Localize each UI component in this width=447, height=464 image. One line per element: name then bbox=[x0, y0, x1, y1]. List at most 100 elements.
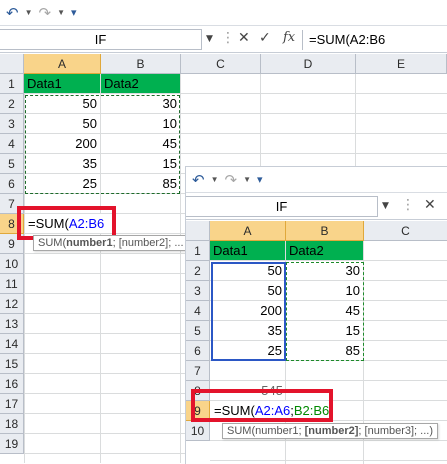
tip-rest: ; [number2]; ... bbox=[112, 237, 184, 249]
redo-dropdown-icon[interactable]: ▼ bbox=[57, 8, 65, 17]
cell-b4[interactable]: 45 bbox=[286, 301, 364, 321]
column-header-d[interactable]: D bbox=[261, 54, 356, 74]
cell-a1[interactable]: Data1 bbox=[24, 74, 101, 94]
tip-bold-arg: [number2] bbox=[304, 425, 359, 437]
column-header-b[interactable]: B bbox=[101, 54, 181, 74]
row-header-15[interactable]: 15 bbox=[0, 354, 24, 374]
undo-icon[interactable]: ↶ bbox=[6, 4, 19, 22]
row-header-19[interactable]: 19 bbox=[0, 434, 24, 454]
row-header-16[interactable]: 16 bbox=[0, 374, 24, 394]
column-header-c[interactable]: C bbox=[364, 221, 447, 241]
edit-prefix: =SUM( bbox=[28, 216, 69, 231]
row-header-8[interactable]: 8 bbox=[0, 214, 24, 234]
cell-b2[interactable]: 30 bbox=[286, 261, 364, 281]
cell-b5[interactable]: 15 bbox=[286, 321, 364, 341]
row-header-6[interactable]: 6 bbox=[0, 174, 24, 194]
edit-ref-a: A2:A6 bbox=[254, 403, 291, 418]
row-header-5[interactable]: 5 bbox=[186, 321, 210, 341]
quick-access-toolbar: ↶ ▼ ↷ ▼ ▾ bbox=[0, 0, 447, 26]
editing-cell-a9[interactable]: =SUM(A2:A6;B2:B6 bbox=[211, 401, 340, 420]
row-header-7[interactable]: 7 bbox=[186, 361, 210, 381]
customize-toolbar-icon[interactable]: ▾ bbox=[257, 173, 263, 186]
column-header-b[interactable]: B bbox=[286, 221, 364, 241]
row-header-11[interactable]: 11 bbox=[0, 274, 24, 294]
column-header-e[interactable]: E bbox=[356, 54, 447, 74]
row-header-2[interactable]: 2 bbox=[186, 261, 210, 281]
cell-a1[interactable]: Data1 bbox=[210, 241, 286, 261]
row-header-9[interactable]: 9 bbox=[186, 401, 210, 421]
row-header-4[interactable]: 4 bbox=[0, 134, 24, 154]
formula-bar-front: IF ▼ ⋮ ✕ bbox=[186, 194, 447, 220]
row-header-3[interactable]: 3 bbox=[0, 114, 24, 134]
formula-input[interactable]: =SUM(A2:B6 bbox=[302, 30, 447, 50]
row-header-4[interactable]: 4 bbox=[186, 301, 210, 321]
redo-icon[interactable]: ↷ bbox=[39, 4, 52, 22]
row-header-9[interactable]: 9 bbox=[0, 234, 24, 254]
cell-b6[interactable]: 85 bbox=[286, 341, 364, 361]
row-header-3[interactable]: 3 bbox=[186, 281, 210, 301]
cell-b3[interactable]: 10 bbox=[101, 114, 181, 134]
cell-a4[interactable]: 200 bbox=[210, 301, 286, 321]
row-header-1[interactable]: 1 bbox=[186, 241, 210, 261]
function-tooltip-right[interactable]: SUM(number1; [number2]; [number3]; ...) bbox=[222, 423, 439, 439]
insert-function-icon[interactable]: fx bbox=[283, 30, 295, 45]
cell-a6[interactable]: 25 bbox=[210, 341, 286, 361]
cell-b6[interactable]: 85 bbox=[101, 174, 181, 194]
name-box-dropdown-icon[interactable]: ▼ bbox=[382, 201, 389, 211]
cell-b5[interactable]: 15 bbox=[101, 154, 181, 174]
edit-ref-b: B2:B6 bbox=[293, 403, 330, 418]
front-window: ↶ ▼ ↷ ▼ ▾ IF ▼ ⋮ ✕ A B C 1 2 3 4 5 6 7 8… bbox=[185, 166, 447, 464]
cell-b3[interactable]: 10 bbox=[286, 281, 364, 301]
cell-b1[interactable]: Data2 bbox=[101, 74, 181, 94]
row-header-7[interactable]: 7 bbox=[0, 194, 24, 214]
cancel-icon[interactable]: ✕ bbox=[424, 197, 436, 213]
function-tooltip-left[interactable]: SUM(number1; [number2]; ... bbox=[33, 235, 189, 251]
redo-icon[interactable]: ↷ bbox=[225, 171, 238, 189]
row-header-10[interactable]: 10 bbox=[186, 421, 210, 441]
editing-cell-a8[interactable]: =SUM(A2:B6 bbox=[25, 214, 106, 233]
row-header-6[interactable]: 6 bbox=[186, 341, 210, 361]
row-header-13[interactable]: 13 bbox=[0, 314, 24, 334]
column-header-c[interactable]: C bbox=[181, 54, 261, 74]
tip-bold-arg: number1 bbox=[66, 237, 113, 249]
cell-b2[interactable]: 30 bbox=[101, 94, 181, 114]
cancel-icon[interactable]: ✕ bbox=[238, 30, 250, 46]
cell-b1[interactable]: Data2 bbox=[286, 241, 364, 261]
tip-fn: SUM(number1; bbox=[227, 425, 305, 437]
row-header-2[interactable]: 2 bbox=[0, 94, 24, 114]
cell-a5[interactable]: 35 bbox=[210, 321, 286, 341]
cell-b4[interactable]: 45 bbox=[101, 134, 181, 154]
redo-dropdown-icon[interactable]: ▼ bbox=[243, 175, 251, 184]
cell-a4[interactable]: 200 bbox=[24, 134, 101, 154]
row-header-14[interactable]: 14 bbox=[0, 334, 24, 354]
cell-a6[interactable]: 25 bbox=[24, 174, 101, 194]
customize-toolbar-icon[interactable]: ▾ bbox=[71, 6, 77, 19]
select-all-corner[interactable] bbox=[186, 221, 210, 241]
undo-dropdown-icon[interactable]: ▼ bbox=[25, 8, 33, 17]
cell-a3[interactable]: 50 bbox=[210, 281, 286, 301]
row-header-8[interactable]: 8 bbox=[186, 381, 210, 401]
row-header-18[interactable]: 18 bbox=[0, 414, 24, 434]
cell-a2[interactable]: 50 bbox=[24, 94, 101, 114]
row-header-17[interactable]: 17 bbox=[0, 394, 24, 414]
name-box-dropdown-icon[interactable]: ▼ bbox=[206, 34, 213, 44]
column-header-a[interactable]: A bbox=[210, 221, 286, 241]
cell-a5[interactable]: 35 bbox=[24, 154, 101, 174]
undo-dropdown-icon[interactable]: ▼ bbox=[211, 175, 219, 184]
select-all-corner[interactable] bbox=[0, 54, 24, 74]
row-header-5[interactable]: 5 bbox=[0, 154, 24, 174]
name-box[interactable]: IF bbox=[0, 29, 202, 50]
cell-a3[interactable]: 50 bbox=[24, 114, 101, 134]
enter-icon[interactable]: ✓ bbox=[259, 30, 271, 46]
name-box-front[interactable]: IF bbox=[186, 196, 378, 217]
row-header-10[interactable]: 10 bbox=[0, 254, 24, 274]
row-header-12[interactable]: 12 bbox=[0, 294, 24, 314]
column-header-a[interactable]: A bbox=[24, 54, 101, 74]
undo-icon[interactable]: ↶ bbox=[192, 171, 205, 189]
tip-rest: ; [number3]; ...) bbox=[358, 425, 434, 437]
cell-a8-partial-sum[interactable]: 545 bbox=[210, 381, 286, 401]
quick-access-toolbar-front: ↶ ▼ ↷ ▼ ▾ bbox=[186, 167, 447, 193]
row-header-1[interactable]: 1 bbox=[0, 74, 24, 94]
cell-a2[interactable]: 50 bbox=[210, 261, 286, 281]
tip-fn: SUM( bbox=[38, 237, 67, 249]
